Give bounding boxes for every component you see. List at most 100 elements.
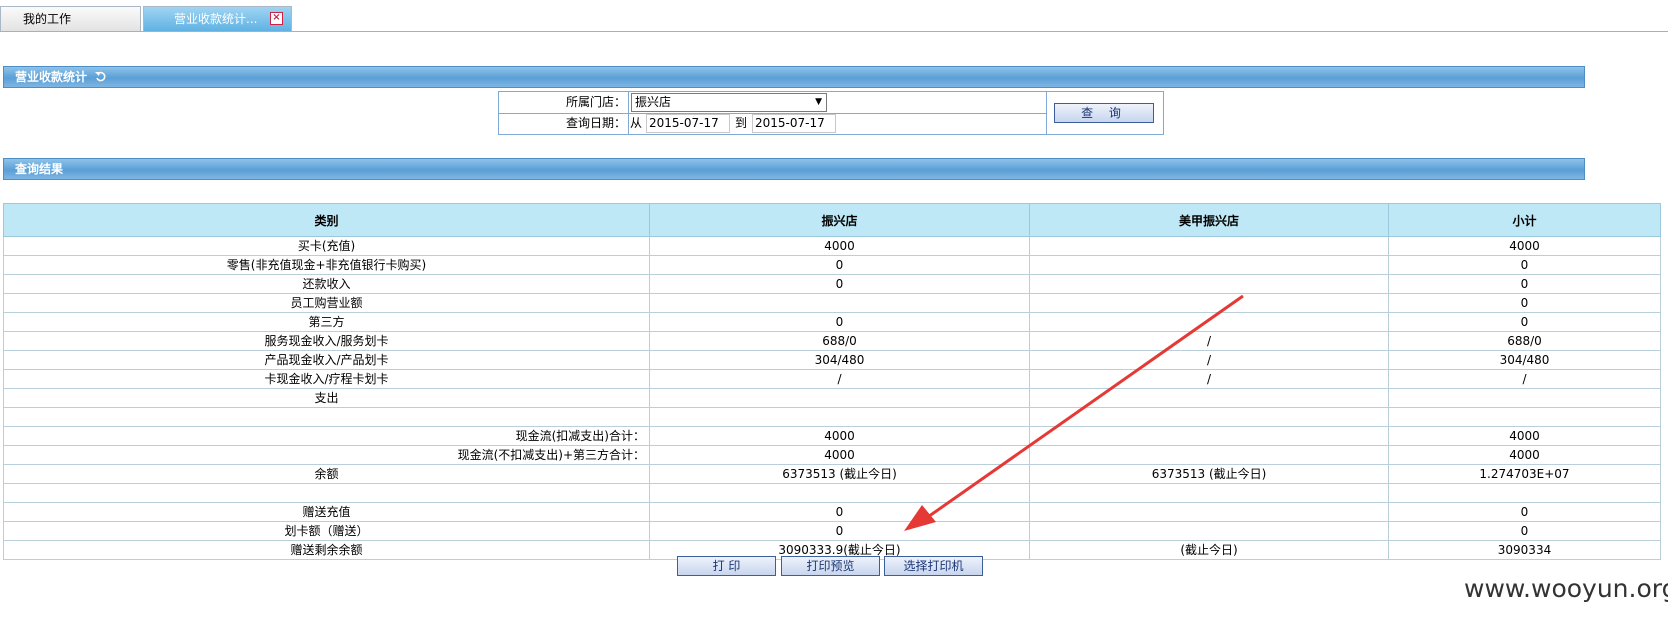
table-cell: [649, 407, 1030, 427]
table-cell: [1029, 502, 1389, 522]
watermark: www.wooyun.org: [1464, 574, 1668, 603]
store-select[interactable]: 振兴店 ▼: [631, 93, 827, 112]
table-cell: 买卡(充值): [3, 236, 650, 256]
table-cell: 0: [1388, 255, 1661, 275]
table-cell: 4000: [649, 445, 1030, 465]
table-cell: 4000: [1388, 236, 1661, 256]
table-cell: 0: [1388, 521, 1661, 541]
table-cell: 4000: [649, 426, 1030, 446]
table-cell: 3090334: [1388, 540, 1661, 560]
table-cell: 0: [1388, 293, 1661, 313]
table-cell: 划卡额（赠送）: [3, 521, 650, 541]
table-cell: [649, 388, 1030, 408]
table-cell: [1388, 407, 1661, 427]
table-cell: [1029, 312, 1389, 332]
table-cell: 4000: [649, 236, 1030, 256]
table-cell: 现金流(扣减支出)合计：: [3, 426, 650, 446]
table-cell: [1029, 274, 1389, 294]
table-cell: 0: [649, 255, 1030, 275]
table-header-row: 类别 振兴店 美甲振兴店 小计: [3, 203, 1661, 237]
table-cell: 0: [649, 521, 1030, 541]
table-cell: 1.274703E+07: [1388, 464, 1661, 484]
tab-revenue-stats[interactable]: 营业收款统计... ×: [143, 6, 292, 31]
table-cell: [1029, 255, 1389, 275]
table-cell: [649, 483, 1030, 503]
table-cell: [1029, 521, 1389, 541]
table-cell: 余额: [3, 464, 650, 484]
tab-bar: 我的工作 营业收款统计... ×: [0, 0, 1668, 32]
table-row: 卡现金收入/疗程卡划卡 / / /: [3, 369, 1661, 389]
table-cell: 304/480: [649, 350, 1030, 370]
to-date-input[interactable]: 2015-07-17: [752, 114, 836, 133]
tab-label: 营业收款统计...: [174, 12, 258, 26]
select-printer-button[interactable]: 选择打印机: [884, 556, 983, 576]
table-cell: 赠送剩余余额: [3, 540, 650, 560]
date-label: 查询日期：: [499, 113, 629, 134]
table-cell: 6373513 (截止今日): [649, 464, 1030, 484]
table-row: 划卡额（赠送） 0 0: [3, 521, 1661, 541]
table-row: 支出: [3, 388, 1661, 408]
table-cell: 0: [1388, 274, 1661, 294]
tab-my-work[interactable]: 我的工作: [0, 6, 141, 31]
table-row: 第三方 0 0: [3, 312, 1661, 332]
chevron-down-icon: ▼: [815, 97, 822, 107]
table-row: [3, 407, 1661, 427]
tab-label: 我的工作: [23, 12, 72, 26]
table-row: 产品现金收入/产品划卡 304/480/304/480: [3, 350, 1661, 370]
table-cell: 0: [1388, 312, 1661, 332]
table-cell: 服务现金收入/服务划卡: [3, 331, 650, 351]
table-row: 还款收入 0 0: [3, 274, 1661, 294]
table-row: 零售(非充值现金+非充值银行卡购买) 0 0: [3, 255, 1661, 275]
table-row: [3, 483, 1661, 503]
table-cell: [1388, 483, 1661, 503]
results-title: 查询结果: [15, 162, 64, 176]
query-form: 所属门店： 振兴店 ▼ 查询日期： 从 2015-07-17 到 2015-07…: [498, 91, 1164, 135]
table-cell: 0: [1388, 502, 1661, 522]
table-row: 现金流(不扣减支出)+第三方合计： 4000 4000: [3, 445, 1661, 465]
table-cell: 卡现金收入/疗程卡划卡: [3, 369, 650, 389]
close-icon[interactable]: ×: [270, 12, 283, 25]
table-cell: [1388, 388, 1661, 408]
section-title-bar: 营业收款统计: [3, 66, 1585, 88]
table-cell: [1029, 426, 1389, 446]
table-cell: [1029, 445, 1389, 465]
table-cell: (截止今日): [1029, 540, 1389, 560]
table-cell: 支出: [3, 388, 650, 408]
column-header-subtotal: 小计: [1388, 203, 1661, 237]
table-cell: 6373513 (截止今日): [1029, 464, 1389, 484]
table-cell: 688/0: [649, 331, 1030, 351]
table-cell: [1029, 293, 1389, 313]
store-label: 所属门店：: [499, 92, 629, 113]
print-button[interactable]: 打 印: [677, 556, 776, 576]
section-title: 营业收款统计: [15, 70, 88, 84]
results-title-bar: 查询结果: [3, 158, 1585, 180]
table-cell: [3, 483, 650, 503]
table-cell: /: [1029, 331, 1389, 351]
table-cell: 304/480: [1388, 350, 1661, 370]
refresh-icon[interactable]: [94, 71, 108, 83]
table-row: 现金流(扣减支出)合计： 4000 4000: [3, 426, 1661, 446]
table-cell: [1029, 236, 1389, 256]
results-table: 类别 振兴店 美甲振兴店 小计 买卡(充值) 4000 4000 零售(非充值现金+…: [3, 203, 1661, 560]
table-cell: [649, 293, 1030, 313]
column-header-category: 类别: [3, 203, 650, 237]
table-cell: [1029, 483, 1389, 503]
print-preview-button[interactable]: 打印预览: [781, 556, 880, 576]
table-cell: 0: [649, 502, 1030, 522]
table-cell: 赠送充值: [3, 502, 650, 522]
table-cell: /: [1029, 350, 1389, 370]
table-cell: 零售(非充值现金+非充值银行卡购买): [3, 255, 650, 275]
table-cell: 0: [649, 274, 1030, 294]
from-label: 从: [630, 116, 643, 130]
table-cell: /: [649, 369, 1030, 389]
table-cell: 产品现金收入/产品划卡: [3, 350, 650, 370]
table-row: 余额 6373513 (截止今日) 6373513 (截止今日) 1.274703E+…: [3, 464, 1661, 484]
table-cell: 688/0: [1388, 331, 1661, 351]
table-row: 买卡(充值) 4000 4000: [3, 236, 1661, 256]
from-date-input[interactable]: 2015-07-17: [646, 114, 730, 133]
query-button[interactable]: 查 询: [1054, 103, 1154, 123]
table-cell: /: [1029, 369, 1389, 389]
table-row: 赠送充值 0 0: [3, 502, 1661, 522]
table-cell: 员工购营业额: [3, 293, 650, 313]
table-cell: [1029, 407, 1389, 427]
